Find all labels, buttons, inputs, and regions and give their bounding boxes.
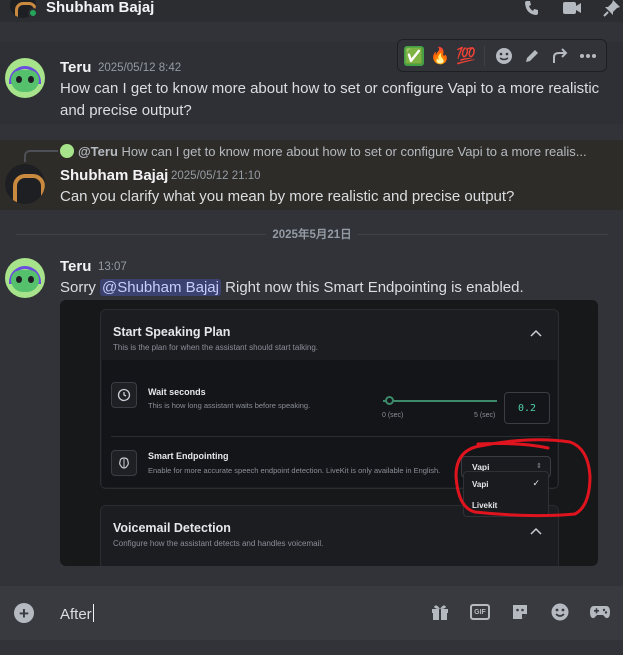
- wait-seconds-description: This is how long assistant waits before …: [148, 401, 311, 410]
- fire-reaction-button[interactable]: 🔥: [428, 43, 452, 69]
- image-attachment[interactable]: Start Speaking Plan This is the plan for…: [60, 300, 598, 566]
- edit-icon[interactable]: [519, 43, 545, 69]
- timestamp: 2025/05/12 8:42: [98, 62, 182, 74]
- reply-icon[interactable]: [547, 43, 573, 69]
- wait-seconds-label: Wait seconds: [148, 387, 206, 397]
- channel-header: Shubham Bajaj: [0, 0, 623, 22]
- timestamp: 2025/05/12 21:10: [171, 170, 261, 182]
- sticker-icon[interactable]: [509, 601, 531, 623]
- author-name[interactable]: Shubham Bajaj: [60, 167, 168, 184]
- panel-title: Start Speaking Plan: [113, 325, 231, 339]
- avatar[interactable]: [5, 164, 45, 204]
- panel-subtitle: Configure how the assistant detects and …: [113, 539, 324, 548]
- message-input[interactable]: After: [60, 604, 94, 623]
- message-composer: + After GIF: [0, 586, 623, 640]
- panel-title: Voicemail Detection: [113, 521, 231, 535]
- author-name[interactable]: Teru: [60, 258, 91, 275]
- user-mention[interactable]: @Shubham Bajaj: [100, 279, 221, 296]
- chevron-up-icon: [530, 326, 542, 340]
- gamepad-icon[interactable]: [589, 601, 611, 623]
- clock-icon: [111, 382, 137, 408]
- emoji-icon[interactable]: [549, 601, 571, 623]
- wait-seconds-slider: [383, 400, 497, 402]
- video-icon[interactable]: [561, 0, 583, 18]
- avatar[interactable]: [5, 258, 45, 298]
- more-icon[interactable]: [575, 43, 601, 69]
- pin-icon[interactable]: [601, 0, 623, 18]
- message-text: Can you clarify what you mean by more re…: [60, 188, 515, 205]
- avatar: [60, 144, 74, 158]
- gift-icon[interactable]: [429, 601, 451, 623]
- chevron-up-icon: [530, 524, 542, 538]
- author-name[interactable]: Teru: [60, 59, 91, 76]
- add-reaction-icon[interactable]: [491, 43, 517, 69]
- avatar[interactable]: [5, 58, 45, 98]
- hundred-reaction-button[interactable]: 💯: [454, 43, 478, 69]
- slider-max-label: 5 (sec): [474, 412, 496, 419]
- wait-seconds-value: 0.2: [504, 392, 550, 424]
- slider-knob: [385, 396, 394, 405]
- date-divider: 2025年5月21日: [16, 226, 608, 242]
- reply-connector: [24, 150, 58, 162]
- online-status-icon: [28, 8, 38, 18]
- panel-subtitle: This is the plan for when the assistant …: [113, 343, 318, 352]
- timestamp: 13:07: [98, 261, 127, 273]
- smart-endpointing-label: Smart Endpointing: [148, 451, 229, 461]
- add-attachment-button[interactable]: +: [14, 603, 34, 623]
- page-title: Shubham Bajaj: [46, 0, 155, 16]
- gif-icon[interactable]: GIF: [469, 601, 491, 623]
- message-text: How can I get to know more about how to …: [60, 80, 600, 119]
- phone-icon[interactable]: [521, 0, 543, 18]
- message-text: Sorry @Shubham Bajaj Right now this Smar…: [60, 279, 524, 296]
- message-item[interactable]: @Teru How can I get to know more about h…: [0, 140, 623, 210]
- slider-min-label: 0 (sec): [382, 412, 404, 419]
- message-toolbar: ✅ 🔥 💯: [397, 39, 607, 72]
- footer-spacer: [0, 640, 623, 655]
- brain-icon: [111, 450, 137, 476]
- text-caret: [92, 604, 94, 622]
- reply-preview[interactable]: @Teru How can I get to know more about h…: [60, 144, 605, 159]
- date-label: 2025年5月21日: [266, 226, 358, 242]
- red-circle-annotation: [454, 438, 592, 518]
- divider: [484, 45, 485, 66]
- check-reaction-button[interactable]: ✅: [402, 43, 426, 69]
- smart-endpointing-description: Enable for more accurate speech endpoint…: [148, 466, 441, 475]
